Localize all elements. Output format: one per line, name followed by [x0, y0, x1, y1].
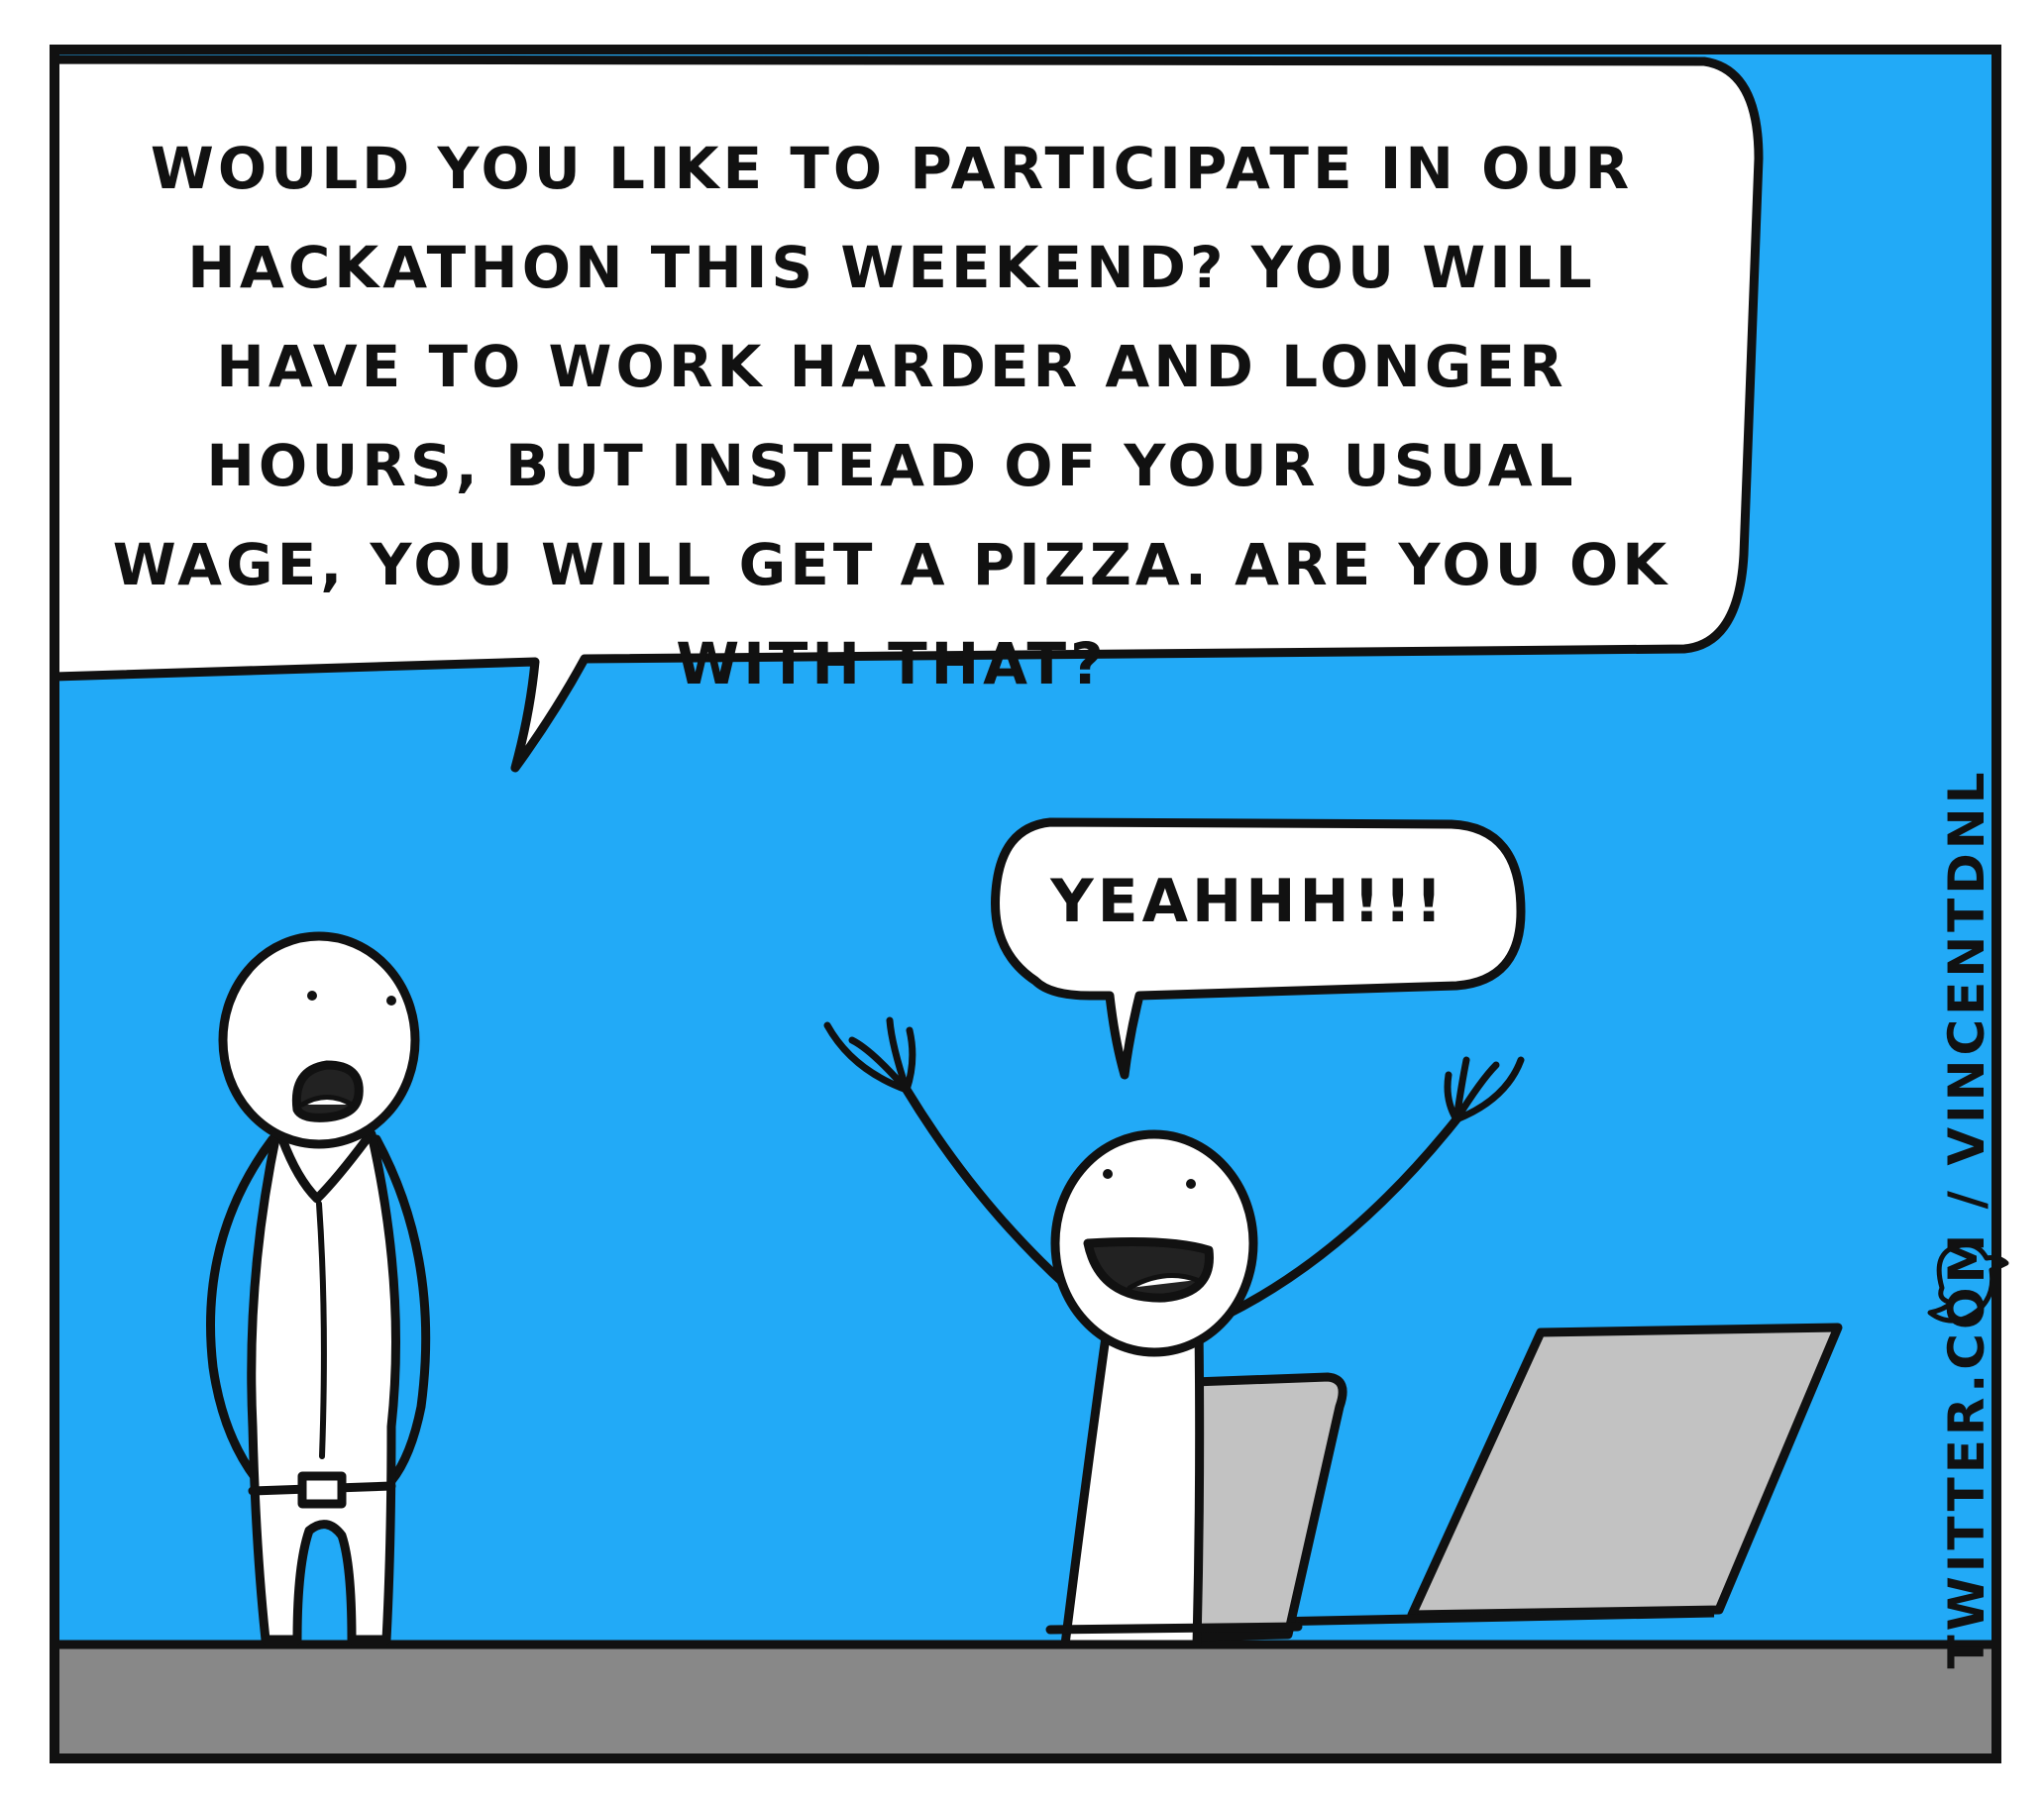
- employee-left-eye: [1103, 1169, 1113, 1179]
- desk-edge: [1045, 1622, 1303, 1635]
- boss-speech-text: WOULD YOU LIKE TO PARTICIPATE IN OUR HAC…: [112, 135, 1671, 697]
- floor: [54, 1645, 1996, 1758]
- employee-speech-text: YEAHHH!!!: [1050, 867, 1447, 936]
- boss-belt-buckle: [297, 1471, 347, 1509]
- boss-right-eye: [386, 996, 396, 1006]
- boss-left-eye: [307, 991, 317, 1001]
- boss-mouth: [291, 1060, 364, 1122]
- employee-right-eye: [1186, 1179, 1196, 1189]
- artist-credit: TWITTER.COM / VINCENTDNL: [1938, 768, 1995, 1669]
- boss-tongue: [299, 1095, 355, 1108]
